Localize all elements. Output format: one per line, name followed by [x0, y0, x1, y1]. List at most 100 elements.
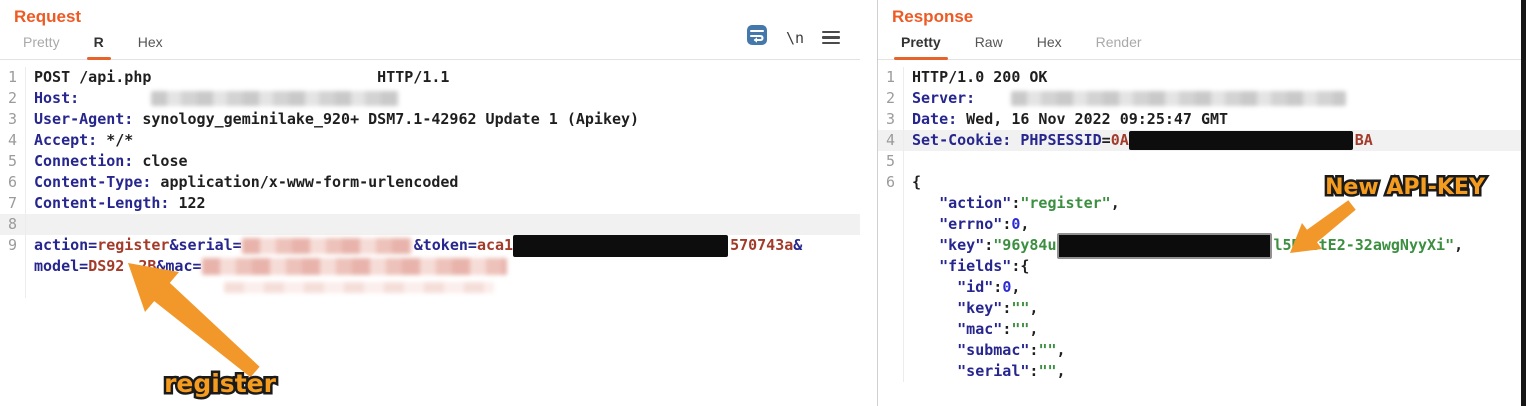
code-text: "id":0, [904, 277, 1020, 298]
code-line[interactable]: 1POST /api.php HTTP/1.1 [0, 67, 860, 88]
token: { [1020, 257, 1029, 275]
tab-render[interactable]: Render [1079, 30, 1159, 59]
code-line[interactable]: 7Content-Length: 122 [0, 193, 860, 214]
token: "" [1011, 320, 1029, 338]
token: application/x-www-form-urlencoded [151, 173, 458, 191]
code-line[interactable]: "key":"", [878, 298, 1523, 319]
token: : [993, 278, 1002, 296]
token [912, 320, 957, 338]
tab-hex[interactable]: Hex [1020, 30, 1079, 59]
code-line[interactable]: model=DS922B&mac= [0, 256, 860, 277]
line-number: 1 [0, 67, 26, 88]
line-number [878, 193, 904, 214]
line-number [878, 319, 904, 340]
request-panel-title: Request [0, 0, 860, 29]
word-wrap-icon[interactable] [746, 24, 768, 51]
code-line[interactable] [0, 277, 860, 298]
code-line[interactable]: 6{ [878, 172, 1523, 193]
line-number [878, 235, 904, 256]
code-line[interactable]: "serial":"", [878, 361, 1523, 382]
line-number: 2 [0, 88, 26, 109]
line-number: 3 [878, 109, 904, 130]
code-line[interactable]: "mac":"", [878, 319, 1523, 340]
code-line[interactable]: "fields":{ [878, 256, 1523, 277]
tab-r[interactable]: R [77, 30, 121, 59]
request-panel: Request PrettyRHex \n 1POST /api.php [0, 0, 860, 406]
line-number [878, 361, 904, 382]
code-line[interactable]: 2 Host: [0, 88, 860, 109]
code-line[interactable]: "key":"96y84ul5BBetE2-32awgNyyXi", [878, 235, 1523, 256]
code-line[interactable]: "submac":"", [878, 340, 1523, 361]
redaction-blur-pink-light [224, 282, 494, 293]
token: , [1057, 341, 1066, 359]
code-line[interactable]: "errno":0, [878, 214, 1523, 235]
code-text: "mac":"", [904, 319, 1038, 340]
token: "96y84u [993, 236, 1056, 254]
request-editor[interactable]: 1POST /api.php HTTP/1.12 Host: 3User-Agen… [0, 60, 860, 298]
redaction-blur-gray [151, 91, 399, 106]
line-number: 2 [878, 88, 904, 109]
line-number: 1 [878, 67, 904, 88]
tab-pretty[interactable]: Pretty [6, 30, 77, 59]
token: Host: [34, 89, 79, 107]
code-line[interactable]: 4Set-Cookie: PHPSESSID=0ABA [878, 130, 1523, 151]
line-number: 6 [878, 172, 904, 193]
redaction-black-bordered [1057, 233, 1272, 259]
token: "errno" [939, 215, 1002, 233]
tab-pretty[interactable]: Pretty [884, 30, 958, 59]
line-number [0, 256, 26, 277]
code-line[interactable]: 1 HTTP/1.0 200 OK [878, 67, 1523, 88]
code-text: Set-Cookie: PHPSESSID=0ABA [904, 130, 1373, 151]
tab-raw[interactable]: Raw [958, 30, 1020, 59]
menu-icon[interactable] [822, 28, 840, 48]
token [912, 299, 957, 317]
line-number: 5 [0, 151, 26, 172]
response-editor[interactable]: 1 HTTP/1.0 200 OK 2Server: 3Date: Wed, 16 … [878, 60, 1523, 382]
tab-hex[interactable]: Hex [121, 30, 180, 59]
token [912, 257, 939, 275]
code-text: "key":"", [904, 298, 1038, 319]
code-text: "key":"96y84ul5BBetE2-32awgNyyXi", [904, 235, 1463, 256]
token: , [1029, 320, 1038, 338]
token: , [1057, 362, 1066, 380]
token: User-Agent: [34, 110, 133, 128]
code-text: Accept: */* [26, 130, 133, 151]
token: "" [1011, 299, 1029, 317]
token: { [912, 173, 921, 191]
token [975, 89, 1011, 107]
token: Set-Cookie: [912, 131, 1011, 149]
token: PHPSESSID [1020, 131, 1101, 149]
newline-chars-icon[interactable]: \n [786, 29, 804, 47]
code-line[interactable]: 3Date: Wed, 16 Nov 2022 09:25:47 GMT [878, 109, 1523, 130]
line-number: 7 [0, 193, 26, 214]
code-line[interactable]: 4Accept: */* [0, 130, 860, 151]
code-line[interactable]: "id":0, [878, 277, 1523, 298]
token: Accept: [34, 131, 97, 149]
token: = [1102, 131, 1111, 149]
token: 0A [1111, 131, 1129, 149]
code-line[interactable]: 3User-Agent: synology_geminilake_920+ DS… [0, 109, 860, 130]
request-tabbar: PrettyRHex \n [0, 29, 860, 60]
token: , [1111, 194, 1120, 212]
token: : [984, 236, 993, 254]
code-line[interactable]: "action":"register", [878, 193, 1523, 214]
request-editor-toolbar: \n [746, 24, 854, 59]
code-text: "errno":0, [904, 214, 1029, 235]
code-line[interactable]: 6Content-Type: application/x-www-form-ur… [0, 172, 860, 193]
line-number [878, 298, 904, 319]
code-line[interactable]: 9action=register&serial=&token=aca157074… [0, 235, 860, 256]
token: model= [34, 257, 88, 275]
token: 0 [1002, 278, 1011, 296]
code-line[interactable]: 2Server: [878, 88, 1523, 109]
token: HTTP/1.0 200 OK [912, 68, 1047, 86]
line-number [0, 277, 26, 298]
token: 570743a [730, 236, 793, 254]
code-line[interactable]: 8 [0, 214, 860, 235]
token: 122 [169, 194, 205, 212]
token: : [1002, 215, 1011, 233]
code-line[interactable]: 5 [878, 151, 1523, 172]
token: "id" [957, 278, 993, 296]
token [912, 236, 939, 254]
token: Content-Type: [34, 173, 151, 191]
code-line[interactable]: 5Connection: close [0, 151, 860, 172]
